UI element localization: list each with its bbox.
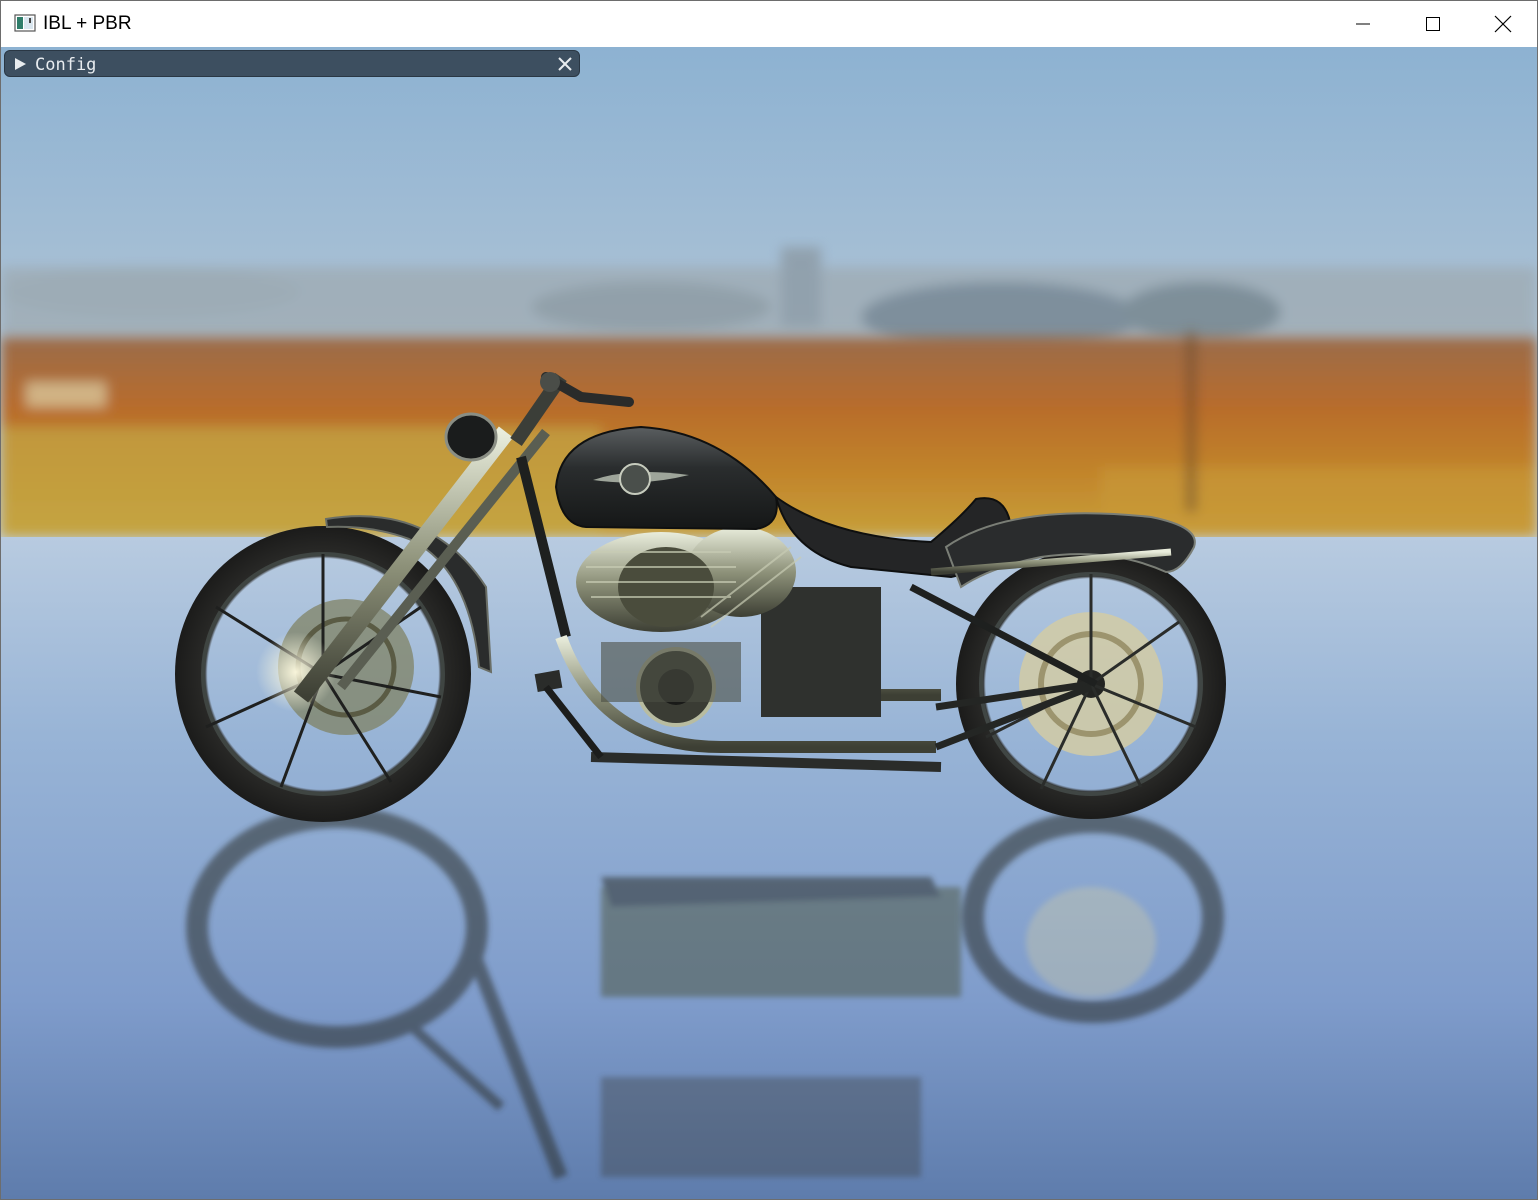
app-icon	[14, 14, 36, 32]
config-panel[interactable]: Config	[4, 50, 580, 77]
headlight	[444, 412, 498, 462]
maximize-icon	[1426, 17, 1440, 31]
title-bar[interactable]: IBL + PBR	[1, 1, 1537, 47]
close-button[interactable]	[1468, 1, 1538, 47]
maximize-button[interactable]	[1398, 1, 1468, 47]
render-viewport[interactable]	[1, 47, 1537, 1199]
close-x-icon[interactable]	[557, 56, 573, 72]
close-icon	[1494, 15, 1512, 33]
window-title: IBL + PBR	[43, 13, 132, 34]
config-panel-title[interactable]: Config	[35, 54, 96, 76]
triangle-right-icon[interactable]	[13, 57, 27, 71]
minimize-button[interactable]	[1328, 1, 1398, 47]
minimize-icon	[1356, 23, 1370, 25]
app-window: IBL + PBR Config	[0, 0, 1538, 1200]
rendered-scene	[1, 47, 1537, 1199]
